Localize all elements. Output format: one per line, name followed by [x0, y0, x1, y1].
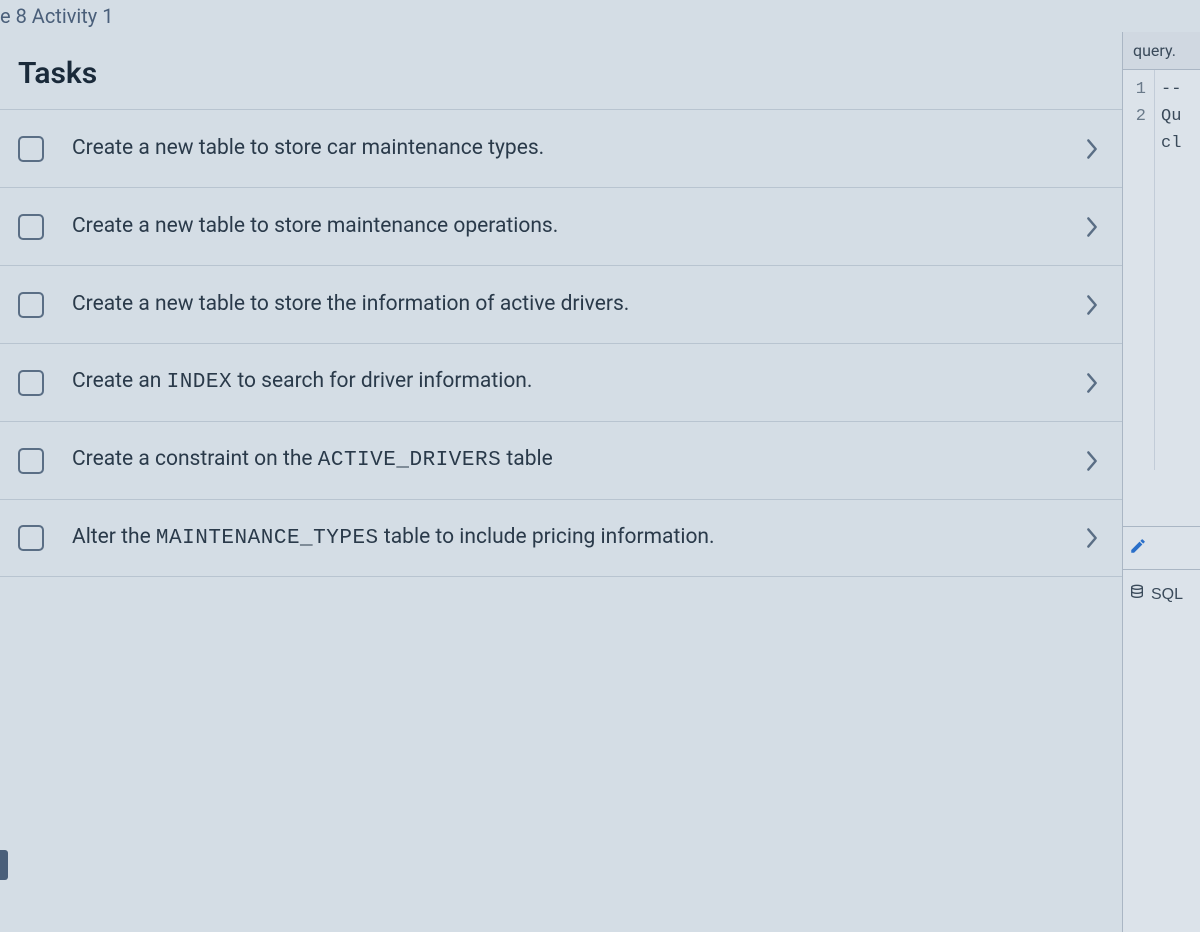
task-item[interactable]: Create a constraint on the ACTIVE_DRIVER… — [0, 421, 1122, 499]
task-checkbox[interactable] — [18, 525, 44, 551]
task-label: Create a new table to store maintenance … — [72, 193, 1074, 261]
task-item[interactable]: Create a new table to store the informat… — [0, 265, 1122, 343]
tasks-panel: Tasks Create a new table to store car ma… — [0, 32, 1122, 932]
task-label: Create a constraint on the ACTIVE_DRIVER… — [72, 426, 1074, 495]
task-label: Create a new table to store car maintena… — [72, 115, 1074, 183]
chevron-right-icon[interactable] — [1074, 209, 1110, 245]
breadcrumb: e 8 Activity 1 — [0, 0, 1200, 32]
tasks-heading: Tasks — [0, 32, 1122, 109]
editor-gutter: 1 2 — [1123, 70, 1155, 470]
task-checkbox[interactable] — [18, 370, 44, 396]
editor-panel: query. 1 2 -- Qu cl SQL — [1122, 32, 1200, 932]
editor-body: 1 2 -- Qu cl — [1123, 70, 1200, 470]
task-checkbox[interactable] — [18, 448, 44, 474]
task-list: Create a new table to store car maintena… — [0, 109, 1122, 577]
task-item[interactable]: Create an INDEX to search for driver inf… — [0, 343, 1122, 421]
chevron-right-icon[interactable] — [1074, 287, 1110, 323]
main-layout: Tasks Create a new table to store car ma… — [0, 32, 1200, 932]
task-checkbox[interactable] — [18, 292, 44, 318]
task-checkbox[interactable] — [18, 214, 44, 240]
editor-tab[interactable]: query. — [1123, 32, 1200, 70]
pencil-icon[interactable] — [1129, 537, 1147, 559]
task-checkbox[interactable] — [18, 136, 44, 162]
task-label: Alter the MAINTENANCE_TYPES table to inc… — [72, 504, 1074, 573]
left-edge-indicator — [0, 850, 8, 880]
chevron-right-icon[interactable] — [1074, 443, 1110, 479]
sql-label: SQL — [1151, 586, 1183, 604]
chevron-right-icon[interactable] — [1074, 520, 1110, 556]
code-area[interactable]: -- Qu cl — [1155, 70, 1181, 470]
task-label: Create a new table to store the informat… — [72, 271, 1074, 339]
task-item[interactable]: Create a new table to store car maintena… — [0, 109, 1122, 187]
chevron-right-icon[interactable] — [1074, 365, 1110, 401]
database-icon — [1129, 583, 1145, 606]
task-label: Create an INDEX to search for driver inf… — [72, 348, 1074, 417]
chevron-right-icon[interactable] — [1074, 131, 1110, 167]
task-item[interactable]: Alter the MAINTENANCE_TYPES table to inc… — [0, 499, 1122, 577]
sql-badge[interactable]: SQL — [1129, 583, 1183, 606]
task-item[interactable]: Create a new table to store maintenance … — [0, 187, 1122, 265]
editor-toolbar — [1123, 526, 1200, 570]
